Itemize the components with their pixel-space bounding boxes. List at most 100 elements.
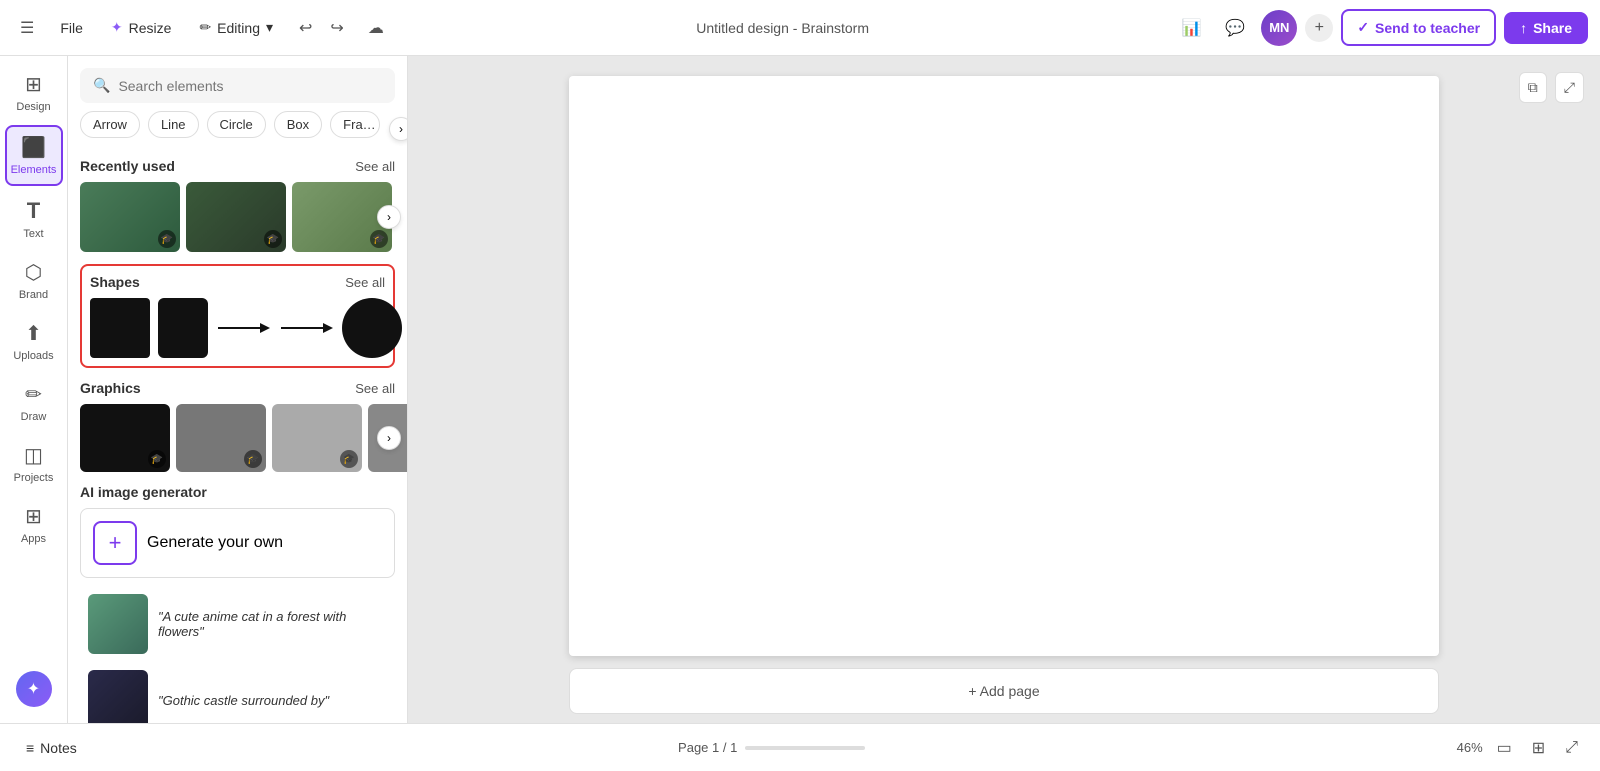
resize-button[interactable]: ✦ Resize [101, 13, 182, 42]
ai-preset-1[interactable]: "A cute anime cat in a forest with flowe… [80, 586, 395, 662]
panel-content: Recently used See all 🎓 🎓 🎓 › Shapes [68, 146, 407, 723]
send-to-teacher-button[interactable]: ✓ Send to teacher [1341, 9, 1496, 46]
comment-button[interactable]: 💬 [1217, 12, 1253, 44]
undo-redo-group: ↩ ↪ [291, 12, 352, 44]
hamburger-button[interactable]: ☰ [12, 12, 42, 44]
square-shape [90, 298, 150, 358]
ai-preset-2[interactable]: "Gothic castle surrounded by" [80, 662, 395, 723]
elements-icon: ⬛ [21, 135, 46, 160]
graphics-see-all[interactable]: See all [355, 381, 395, 396]
arrow-right-svg [279, 318, 334, 338]
sidebar-item-draw[interactable]: ✏ Draw [5, 374, 63, 431]
add-page-button[interactable]: + Add page [569, 668, 1439, 714]
ai-preset-label-2: "Gothic castle surrounded by" [158, 693, 329, 708]
filter-chips: Arrow Line Circle Box Fra… › [68, 111, 407, 146]
graphics-scroll-right[interactable]: › [377, 426, 401, 450]
expand-frame-button[interactable]: ⤢ [1555, 72, 1584, 103]
ai-section: AI image generator + Generate your own "… [80, 484, 395, 723]
copy-frame-button[interactable]: ⧉ [1519, 72, 1547, 103]
zoom-percentage: 46% [1457, 740, 1483, 755]
chips-scroll-right[interactable]: › [389, 117, 407, 141]
ai-plus-icon: + [93, 521, 137, 565]
editing-label: Editing [217, 20, 260, 36]
editing-button[interactable]: ✏ Editing ▾ [189, 13, 283, 42]
bottom-right: 46% ▭ ⊞ ⤢ [1457, 734, 1584, 762]
projects-label: Projects [14, 472, 54, 484]
notes-icon: ≡ [26, 740, 34, 756]
brand-icon: ⬡ [25, 260, 42, 285]
ai-preset-label-1: "A cute anime cat in a forest with flowe… [158, 609, 387, 639]
shapes-see-all[interactable]: See all [345, 275, 385, 290]
canvas-area: ⧉ ⤢ + Add page [408, 56, 1600, 723]
shape-line-arrow[interactable] [216, 318, 271, 338]
shape-arrow-right[interactable] [279, 318, 334, 338]
search-icon: 🔍 [93, 77, 110, 94]
search-box[interactable]: 🔍 [80, 68, 395, 103]
recently-used-scroll-right[interactable]: › [377, 205, 401, 229]
graphics-title: Graphics [80, 380, 141, 396]
draw-icon: ✏ [25, 382, 42, 407]
search-input[interactable] [118, 78, 382, 94]
shapes-header: Shapes See all [90, 274, 385, 290]
recent-thumb-1[interactable]: 🎓 [80, 182, 180, 252]
chip-box[interactable]: Box [274, 111, 322, 138]
sidebar-item-elements[interactable]: ⬛ Elements [5, 125, 63, 186]
design-title: Untitled design - Brainstorm [696, 20, 869, 36]
graphic-thumb-3[interactable]: 🎓 [272, 404, 362, 472]
redo-button[interactable]: ↪ [322, 12, 351, 44]
graphic-thumb-1[interactable]: 🎓 [80, 404, 170, 472]
nav-bottom: ✦ [16, 663, 52, 715]
apps-label: Apps [21, 533, 46, 545]
graphics-header: Graphics See all [80, 380, 395, 396]
page-slider[interactable] [745, 746, 865, 750]
thumb-badge-3: 🎓 [370, 230, 388, 248]
topbar: ☰ File ✦ Resize ✏ Editing ▾ ↩ ↪ ☁ Untitl… [0, 0, 1600, 56]
chip-line[interactable]: Line [148, 111, 199, 138]
topbar-left: ☰ File ✦ Resize ✏ Editing ▾ ↩ ↪ ☁ [12, 12, 392, 44]
sidebar-item-apps[interactable]: ⊞ Apps [5, 496, 63, 553]
shape-circle[interactable] [342, 298, 402, 358]
file-button[interactable]: File [50, 14, 93, 42]
magic-button[interactable]: ✦ [16, 671, 52, 707]
graphic-thumb-2[interactable]: 🎓 [176, 404, 266, 472]
bottom-center: Page 1 / 1 [99, 740, 1445, 755]
sidebar-item-design[interactable]: ⊞ Design [5, 64, 63, 121]
grid-view-button[interactable]: ⊞ [1526, 734, 1551, 762]
chip-frame[interactable]: Fra… [330, 111, 380, 138]
undo-button[interactable]: ↩ [291, 12, 320, 44]
shape-rounded-rect[interactable] [158, 298, 208, 358]
bottom-bar: ≡ Notes Page 1 / 1 46% ▭ ⊞ ⤢ [0, 723, 1600, 771]
add-collaborator-button[interactable]: + [1305, 14, 1333, 42]
thumb-badge-1: 🎓 [158, 230, 176, 248]
rect-shape [158, 298, 208, 358]
elements-label: Elements [11, 164, 57, 176]
ai-preset-thumb-2 [88, 670, 148, 723]
fullscreen-button[interactable]: ⤢ [1559, 735, 1584, 761]
sidebar-item-brand[interactable]: ⬡ Brand [5, 252, 63, 309]
circle-shape [342, 298, 402, 358]
sidebar-item-text[interactable]: T Text [5, 190, 63, 248]
shape-square[interactable] [90, 298, 150, 358]
graphics-grid: 🎓 🎓 🎓 › [80, 404, 395, 472]
ai-generate-box[interactable]: + Generate your own [80, 508, 395, 578]
recent-thumb-2[interactable]: 🎓 [186, 182, 286, 252]
resize-icon: ✦ [111, 19, 123, 36]
checkmark-icon: ✓ [1357, 19, 1369, 36]
sidebar-item-projects[interactable]: ◫ Projects [5, 435, 63, 492]
cloud-save-button[interactable]: ☁ [360, 12, 392, 44]
line-arrow-svg [216, 318, 271, 338]
chart-button[interactable]: 📊 [1173, 12, 1209, 44]
avatar[interactable]: MN [1261, 10, 1297, 46]
draw-label: Draw [21, 411, 47, 423]
notes-button[interactable]: ≡ Notes [16, 734, 87, 762]
recently-used-see-all[interactable]: See all [355, 159, 395, 174]
sidebar-item-uploads[interactable]: ⬆ Uploads [5, 313, 63, 370]
chip-circle[interactable]: Circle [207, 111, 266, 138]
resize-label: Resize [129, 20, 172, 36]
uploads-label: Uploads [13, 350, 53, 362]
shapes-section: Shapes See all [80, 264, 395, 368]
chip-arrow[interactable]: Arrow [80, 111, 140, 138]
share-button[interactable]: ↑ Share [1504, 12, 1588, 44]
uploads-icon: ⬆ [25, 321, 42, 346]
desktop-view-button[interactable]: ▭ [1491, 734, 1518, 762]
